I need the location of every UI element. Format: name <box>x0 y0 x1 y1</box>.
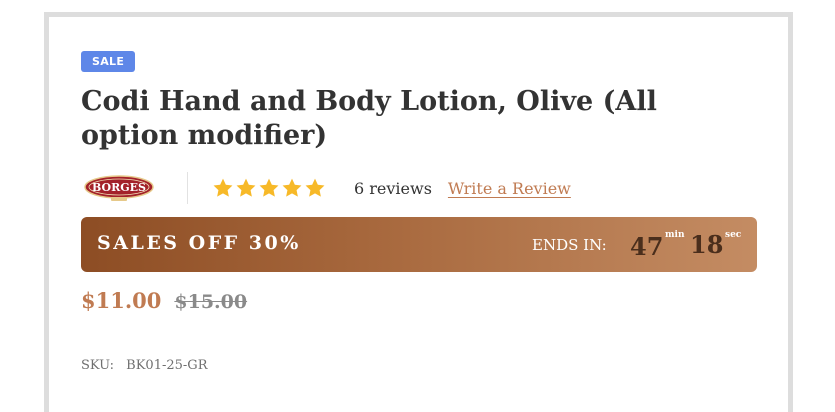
sale-badge: SALE <box>81 51 136 72</box>
product-card: SALE Codi Hand and Body Lotion, Olive (A… <box>44 12 793 412</box>
star-icon <box>259 178 279 197</box>
sku-label: SKU: <box>81 358 115 373</box>
sale-countdown-banner: SALES OFF 30% ENDS IN: 47 min 18 sec <box>81 217 757 272</box>
original-price: $15.00 <box>174 291 248 313</box>
write-review-link[interactable]: Write a Review <box>448 179 571 198</box>
timer-seconds-unit: sec <box>725 230 742 240</box>
product-info: SALE Codi Hand and Body Lotion, Olive (A… <box>81 50 761 373</box>
star-icon <box>213 178 233 197</box>
meta-divider <box>187 172 188 204</box>
brand-logo[interactable]: BORGES <box>81 172 157 204</box>
price-row: $11.00 $15.00 <box>81 288 247 313</box>
sku-row: SKU: BK01-25-GR <box>81 358 207 373</box>
current-price: $11.00 <box>81 288 162 313</box>
sale-off-label: SALES OFF 30% <box>97 232 301 254</box>
brand-name: BORGES <box>92 181 146 194</box>
product-meta-row: BORGES 6 reviews Write a Review <box>81 172 761 204</box>
sku-value: BK01-25-GR <box>126 358 208 373</box>
timer-seconds: 18 <box>690 230 724 259</box>
borges-logo-icon: BORGES <box>84 175 154 201</box>
product-title: Codi Hand and Body Lotion, Olive (All op… <box>81 86 657 151</box>
timer-minutes: 47 <box>630 232 664 261</box>
star-icon <box>305 178 325 197</box>
timer-minutes-unit: min <box>665 230 685 240</box>
star-icon <box>236 178 256 197</box>
ends-in-label: ENDS IN: <box>532 236 607 254</box>
star-icon <box>282 178 302 197</box>
rating-stars <box>212 177 326 199</box>
reviews-count[interactable]: 6 reviews <box>354 179 432 198</box>
